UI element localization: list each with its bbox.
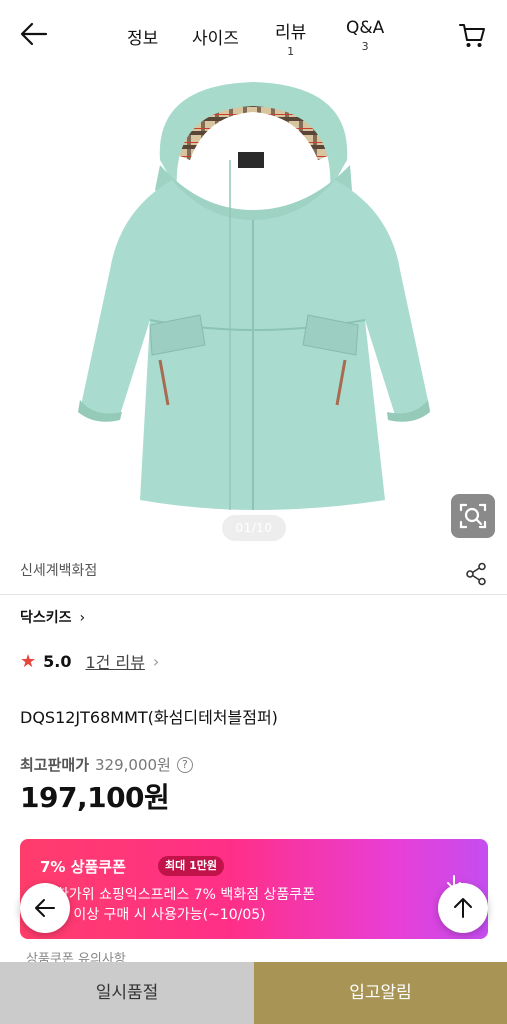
brand-link[interactable]: 닥스키즈 › — [20, 607, 85, 627]
image-search-icon — [459, 503, 487, 529]
share-button[interactable] — [465, 562, 487, 586]
back-button[interactable] — [18, 20, 50, 48]
star-icon: ★ — [20, 650, 37, 672]
help-icon[interactable]: ? — [176, 756, 193, 773]
arrow-left-icon — [35, 899, 55, 917]
chevron-right-icon: › — [152, 651, 160, 671]
tab-review[interactable]: 리뷰 1 — [275, 18, 306, 58]
scroll-top-button[interactable] — [438, 883, 488, 933]
chevron-right-icon: › — [79, 610, 86, 626]
store-row: 신세계백화점 — [0, 550, 507, 595]
arrow-left-icon — [20, 22, 48, 46]
bottom-action-bar: 일시품절 입고알림 — [0, 962, 507, 1024]
coupon-badge: 최대 1만원 — [158, 856, 224, 876]
tab-info[interactable]: 정보 — [127, 24, 158, 49]
image-search-button[interactable] — [451, 494, 495, 538]
coupon-title: 7% 상품쿠폰 — [40, 858, 126, 876]
store-name: 신세계백화점 — [20, 563, 98, 579]
restock-alert-button[interactable]: 입고알림 — [254, 962, 507, 1024]
brand-name: 닥스키즈 — [20, 610, 72, 626]
share-icon — [466, 562, 486, 586]
cart-button[interactable] — [457, 20, 487, 50]
coupon-condition: 원 이상 구매 시 사용가능(~10/05) — [56, 907, 266, 923]
floating-back-button[interactable] — [20, 883, 70, 933]
rating-score: 5.0 — [43, 651, 72, 671]
soldout-button[interactable]: 일시품절 — [0, 962, 254, 1024]
image-indicator: 01/10 — [222, 515, 286, 541]
product-image — [78, 82, 430, 510]
original-price: 329,000원 — [95, 756, 171, 774]
cart-icon — [459, 24, 485, 47]
arrow-up-icon — [454, 898, 472, 918]
tab-qa[interactable]: Q&A 3 — [346, 18, 384, 53]
review-count-link[interactable]: 1건 리뷰 — [85, 649, 144, 673]
product-image-gallery[interactable]: 01/10 — [0, 70, 507, 550]
qa-count: 3 — [361, 40, 369, 53]
top-nav: 정보 사이즈 리뷰 1 Q&A 3 — [0, 0, 507, 70]
product-name: DQS12JT68MMT(화섬디테처블점퍼) — [20, 708, 278, 727]
rating-row: ★ 5.0 1건 리뷰 › — [20, 649, 160, 673]
original-price-row: 최고판매가 329,000원 ? — [20, 754, 193, 775]
review-count: 1 — [287, 45, 295, 58]
coupon-banner[interactable]: 7% 상품쿠폰 최대 1만원 한가위 쇼핑익스프레스 7% 백화점 상품쿠폰 원… — [20, 839, 488, 939]
sale-price: 197,100원 — [20, 781, 170, 814]
coupon-description: 한가위 쇼핑익스프레스 7% 백화점 상품쿠폰 — [56, 887, 315, 903]
original-price-label: 최고판매가 — [20, 756, 90, 774]
tab-size[interactable]: 사이즈 — [192, 24, 239, 49]
